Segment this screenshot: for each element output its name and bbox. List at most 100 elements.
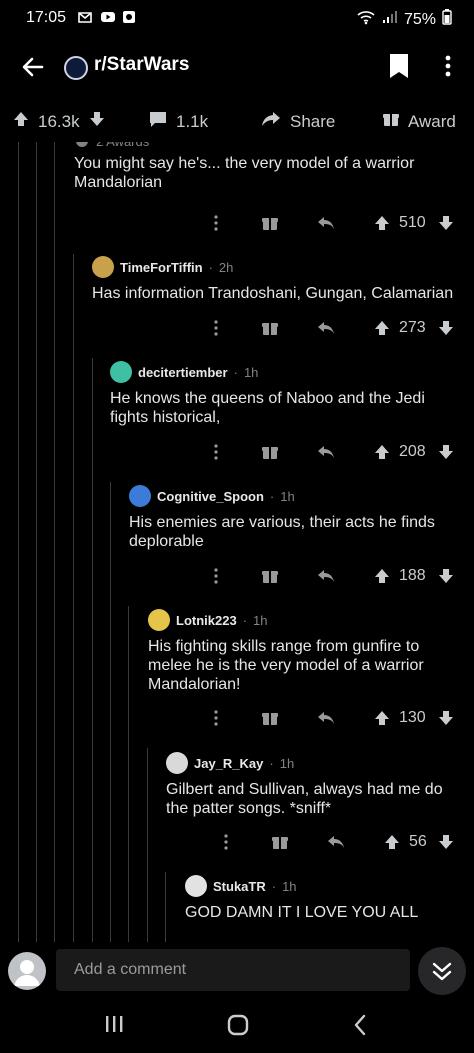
more-options-icon[interactable] xyxy=(217,833,235,851)
upvote-icon[interactable] xyxy=(12,110,30,133)
subreddit-icon[interactable] xyxy=(64,56,88,80)
more-options-icon[interactable] xyxy=(440,52,456,80)
comment-body: GOD DAMN IT I LOVE YOU ALL xyxy=(185,904,419,921)
downvote-icon[interactable] xyxy=(437,709,455,727)
collapse-thread-button[interactable] xyxy=(418,947,466,995)
avatar[interactable] xyxy=(148,609,170,631)
comment: TimeForTiffin · 2h Has information Trand… xyxy=(92,256,474,303)
user-avatar[interactable] xyxy=(8,952,46,990)
downvote-icon[interactable] xyxy=(437,833,455,851)
system-nav-bar xyxy=(0,998,474,1053)
comment-score: 208 xyxy=(399,443,426,460)
comments-button[interactable]: 1.1k xyxy=(148,110,208,133)
signal-icon xyxy=(382,10,398,29)
comment: StukaTR · 1h GOD DAMN IT I LOVE YOU ALL xyxy=(185,875,474,922)
more-options-icon[interactable] xyxy=(207,214,225,232)
upvote-icon[interactable] xyxy=(373,567,391,585)
comment-age: 1h xyxy=(279,755,295,771)
comment-icon xyxy=(148,110,168,133)
gmail-icon xyxy=(78,10,92,24)
gift-icon[interactable] xyxy=(271,833,289,851)
more-options-icon[interactable] xyxy=(207,567,225,585)
status-time: 17:05 xyxy=(26,9,67,26)
upvote-icon[interactable] xyxy=(373,443,391,461)
more-options-icon[interactable] xyxy=(207,443,225,461)
thread-line xyxy=(147,748,148,942)
thread-line xyxy=(73,254,74,942)
reply-icon[interactable] xyxy=(317,214,335,232)
comment-body: His fighting skills range from gunfire t… xyxy=(148,638,424,693)
comment-age: 2h xyxy=(218,259,234,275)
gift-icon[interactable] xyxy=(261,214,279,232)
comment-author[interactable]: StukaTR xyxy=(213,879,266,894)
comment-actions: 56 xyxy=(217,833,455,851)
downvote-icon[interactable] xyxy=(437,319,455,337)
comment: Lotnik223 · 1h His fighting skills range… xyxy=(148,609,474,694)
gift-icon[interactable] xyxy=(261,443,279,461)
share-button[interactable]: Share xyxy=(260,110,335,133)
upvote-icon[interactable] xyxy=(373,709,391,727)
comment-header: Lotnik223 · 1h xyxy=(148,609,474,631)
avatar[interactable] xyxy=(92,256,114,278)
comment-author[interactable]: Cognitive_Spoon xyxy=(157,489,264,504)
comment-age: 1h xyxy=(280,488,295,504)
back-nav-icon[interactable] xyxy=(352,1014,368,1041)
gift-icon[interactable] xyxy=(261,709,279,727)
downvote-icon[interactable] xyxy=(88,110,106,133)
app-header: r/StarWars xyxy=(0,36,474,98)
comment-actions: 510 xyxy=(207,214,455,232)
comment-age: 1h xyxy=(243,364,259,380)
upvote-icon[interactable] xyxy=(373,319,391,337)
comment-age: 1h xyxy=(282,878,297,894)
thread-line xyxy=(18,142,19,942)
upvote-icon[interactable] xyxy=(383,833,401,851)
reply-icon[interactable] xyxy=(327,833,345,851)
avatar[interactable] xyxy=(129,485,151,507)
comment-author[interactable]: Jay_R_Kay xyxy=(194,756,263,771)
upvote-icon[interactable] xyxy=(373,214,391,232)
award-icon xyxy=(74,142,90,151)
thread-line xyxy=(54,142,55,942)
avatar[interactable] xyxy=(110,361,132,383)
home-icon[interactable] xyxy=(227,1014,249,1041)
status-bar: 17:05 75% xyxy=(0,0,474,36)
comment-count: 1.1k xyxy=(176,111,209,131)
reply-icon[interactable] xyxy=(317,709,335,727)
comment-body: You might say he's... the very model of … xyxy=(74,155,415,191)
avatar[interactable] xyxy=(185,875,207,897)
comment-body: His enemies are various, their acts he f… xyxy=(129,514,435,550)
comment-actions: 130 xyxy=(207,709,455,727)
comment-author[interactable]: TimeForTiffin xyxy=(120,260,203,275)
comment: You might say he's... the very model of … xyxy=(74,154,474,192)
comment-author[interactable]: Lotnik223 xyxy=(176,613,237,628)
comment-author[interactable]: decitertiember xyxy=(138,365,228,380)
comment-age: 1h xyxy=(253,612,268,628)
reply-icon[interactable] xyxy=(317,319,335,337)
gift-icon[interactable] xyxy=(261,567,279,585)
add-comment-input[interactable]: Add a comment xyxy=(56,949,410,991)
downvote-icon[interactable] xyxy=(437,567,455,585)
downvote-icon[interactable] xyxy=(437,443,455,461)
reply-icon[interactable] xyxy=(317,567,335,585)
reply-icon[interactable] xyxy=(317,443,335,461)
thread-line xyxy=(92,358,93,942)
comment: Jay_R_Kay · 1h Gilbert and Sullivan, alw… xyxy=(166,752,474,818)
comment-body: Gilbert and Sullivan, always had me do t… xyxy=(166,781,443,817)
avatar[interactable] xyxy=(166,752,188,774)
notification-icons xyxy=(78,10,136,24)
comment-actions: 273 xyxy=(207,319,455,337)
subreddit-name[interactable]: r/StarWars xyxy=(94,54,189,76)
recent-apps-icon[interactable] xyxy=(104,1014,124,1039)
thread-line xyxy=(165,872,166,942)
bookmark-icon[interactable] xyxy=(388,52,410,80)
back-arrow-icon[interactable] xyxy=(18,52,48,82)
battery-icon xyxy=(442,9,452,30)
thread-line xyxy=(36,142,37,942)
more-options-icon[interactable] xyxy=(207,319,225,337)
gift-icon xyxy=(382,110,400,133)
award-button[interactable]: Award xyxy=(382,110,456,133)
downvote-icon[interactable] xyxy=(437,214,455,232)
gift-icon[interactable] xyxy=(261,319,279,337)
comment-actions: 188 xyxy=(207,567,455,585)
more-options-icon[interactable] xyxy=(207,709,225,727)
